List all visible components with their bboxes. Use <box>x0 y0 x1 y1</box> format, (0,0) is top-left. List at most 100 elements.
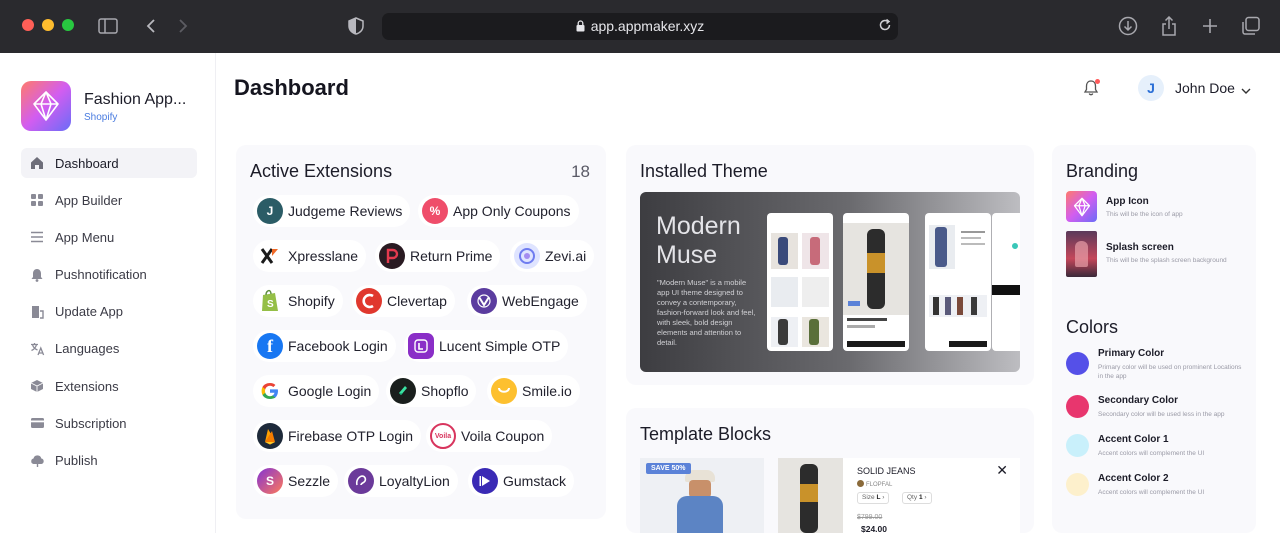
extension-sezzle[interactable]: S Sezzle <box>253 465 339 497</box>
sidebar-item-publish[interactable]: Publish <box>21 446 197 476</box>
coupon-icon: % <box>422 198 448 224</box>
splash-screen-thumbnail[interactable] <box>1066 231 1097 277</box>
product-title: SOLID JEANS <box>857 466 916 476</box>
theme-name: Modern Muse <box>656 212 741 269</box>
extension-voila-coupon[interactable]: Voila Voila Coupon <box>426 420 553 452</box>
sidebar-item-subscription[interactable]: Subscription <box>21 408 197 438</box>
extension-facebook-login[interactable]: f Facebook Login <box>253 330 396 362</box>
grid-icon <box>29 192 45 208</box>
xpresslane-icon <box>257 243 283 269</box>
maximize-window-button[interactable] <box>62 19 74 31</box>
voila-icon: Voila <box>430 423 456 449</box>
extension-app-only-coupons[interactable]: % App Only Coupons <box>418 195 579 227</box>
extension-label: Xpresslane <box>288 248 359 264</box>
shopify-icon: S <box>257 288 283 314</box>
sidebar-item-label: Extensions <box>55 378 119 394</box>
app-logo <box>21 81 71 131</box>
translate-icon <box>29 341 45 357</box>
close-window-button[interactable] <box>22 19 34 31</box>
app-platform: Shopify <box>84 112 118 123</box>
extension-zevi[interactable]: Zevi.ai <box>510 240 595 272</box>
webengage-icon <box>471 288 497 314</box>
user-name[interactable]: John Doe <box>1175 80 1235 96</box>
extension-google-login[interactable]: Google Login <box>253 375 380 407</box>
back-icon[interactable] <box>140 15 162 37</box>
extension-webengage[interactable]: WebEngage <box>467 285 587 317</box>
menu-icon <box>29 229 45 245</box>
extension-label: Zevi.ai <box>545 248 587 264</box>
theme-phone-screenshot <box>843 213 909 351</box>
qty-selector[interactable]: Qty 1 › <box>902 492 932 504</box>
forward-icon[interactable] <box>172 15 194 37</box>
card-title: Active Extensions <box>250 161 393 181</box>
extension-smile[interactable]: Smile.io <box>487 375 580 407</box>
extension-label: Shopflo <box>421 383 469 399</box>
notification-bell-icon[interactable] <box>1081 78 1101 98</box>
sidebar-toggle-icon[interactable] <box>97 15 119 37</box>
sidebar-item-label: Subscription <box>55 415 127 431</box>
shield-icon[interactable] <box>345 15 367 37</box>
extension-label: Return Prime <box>410 248 493 264</box>
template-block-preview[interactable]: SAVE 50% <box>640 458 764 533</box>
firebase-icon <box>257 423 283 449</box>
return-prime-icon <box>379 243 405 269</box>
sidebar-item-app-menu[interactable]: App Menu <box>21 222 197 252</box>
size-selector[interactable]: Size L › <box>857 492 890 504</box>
extension-lucent-simple-otp[interactable]: Lucent Simple OTP <box>404 330 569 362</box>
extension-label: Google Login <box>288 383 372 399</box>
old-price: $799.00 <box>857 514 883 521</box>
accent-color-2-swatch[interactable] <box>1066 473 1089 496</box>
sidebar-item-languages[interactable]: Languages <box>21 334 197 364</box>
theme-preview[interactable]: Modern Muse "Modern Muse" is a mobile ap… <box>640 192 1020 372</box>
extension-label: Judgeme Reviews <box>288 203 403 219</box>
theme-phone-screenshot <box>992 213 1020 351</box>
sidebar-item-extensions[interactable]: Extensions <box>21 371 197 401</box>
avatar[interactable]: J <box>1138 75 1164 101</box>
extension-judgeme-reviews[interactable]: J Judgeme Reviews <box>253 195 411 227</box>
extension-shopify[interactable]: S Shopify <box>253 285 343 317</box>
svg-text:S: S <box>267 299 274 310</box>
sidebar-item-label: App Builder <box>55 192 123 208</box>
splash-screen-label: Splash screen <box>1106 242 1174 253</box>
primary-color-swatch[interactable] <box>1066 352 1089 375</box>
extension-label: Shopify <box>288 293 335 309</box>
extension-loyaltylion[interactable]: LoyaltyLion <box>344 465 458 497</box>
extension-firebase-otp-login[interactable]: Firebase OTP Login <box>253 420 422 452</box>
sidebar: Fashion App... Shopify Dashboard App Bui… <box>0 53 216 533</box>
reload-icon[interactable] <box>878 18 892 37</box>
sidebar-item-dashboard[interactable]: Dashboard <box>21 148 197 178</box>
template-block-product-sheet[interactable]: SOLID JEANS ✕ FLOPFAL Size L › Qty 1 › $… <box>778 458 1020 534</box>
gumstack-icon <box>472 468 498 494</box>
extension-xpresslane[interactable]: Xpresslane <box>253 240 367 272</box>
minimize-window-button[interactable] <box>42 19 54 31</box>
sidebar-item-update-app[interactable]: Update App <box>21 297 197 327</box>
download-icon[interactable] <box>1117 15 1139 37</box>
facebook-icon: f <box>257 333 283 359</box>
chevron-down-icon[interactable] <box>1241 82 1251 100</box>
secondary-color-swatch[interactable] <box>1066 395 1089 418</box>
extension-label: Firebase OTP Login <box>288 428 414 444</box>
color-label: Accent Color 1 <box>1098 434 1169 445</box>
extension-gumstack[interactable]: Gumstack <box>468 465 575 497</box>
share-icon[interactable] <box>1158 15 1180 37</box>
sidebar-item-pushnotification[interactable]: Pushnotification <box>21 260 197 290</box>
close-icon[interactable]: ✕ <box>996 462 1008 479</box>
theme-phone-screenshot <box>767 213 833 351</box>
active-extensions-card: Active Extensions 18 J Judgeme Reviews %… <box>236 145 606 519</box>
sidebar-item-app-builder[interactable]: App Builder <box>21 185 197 215</box>
box-icon <box>29 378 45 394</box>
extension-shopflo[interactable]: Shopflo <box>386 375 477 407</box>
tabs-overview-icon[interactable] <box>1240 15 1262 37</box>
app-icon-thumbnail[interactable] <box>1066 191 1097 222</box>
installed-theme-card: Installed Theme Modern Muse "Modern Muse… <box>626 145 1034 385</box>
extension-clevertap[interactable]: Clevertap <box>352 285 455 317</box>
extension-return-prime[interactable]: Return Prime <box>375 240 501 272</box>
branding-card: Branding App Icon This will be the icon … <box>1052 145 1256 533</box>
update-icon <box>29 304 45 320</box>
address-bar[interactable]: app.appmaker.xyz <box>382 13 898 40</box>
sidebar-item-label: Update App <box>55 304 123 320</box>
new-tab-icon[interactable] <box>1199 15 1221 37</box>
accent-color-1-swatch[interactable] <box>1066 434 1089 457</box>
extension-label: Facebook Login <box>288 338 388 354</box>
app-name: Fashion App... <box>84 91 187 108</box>
